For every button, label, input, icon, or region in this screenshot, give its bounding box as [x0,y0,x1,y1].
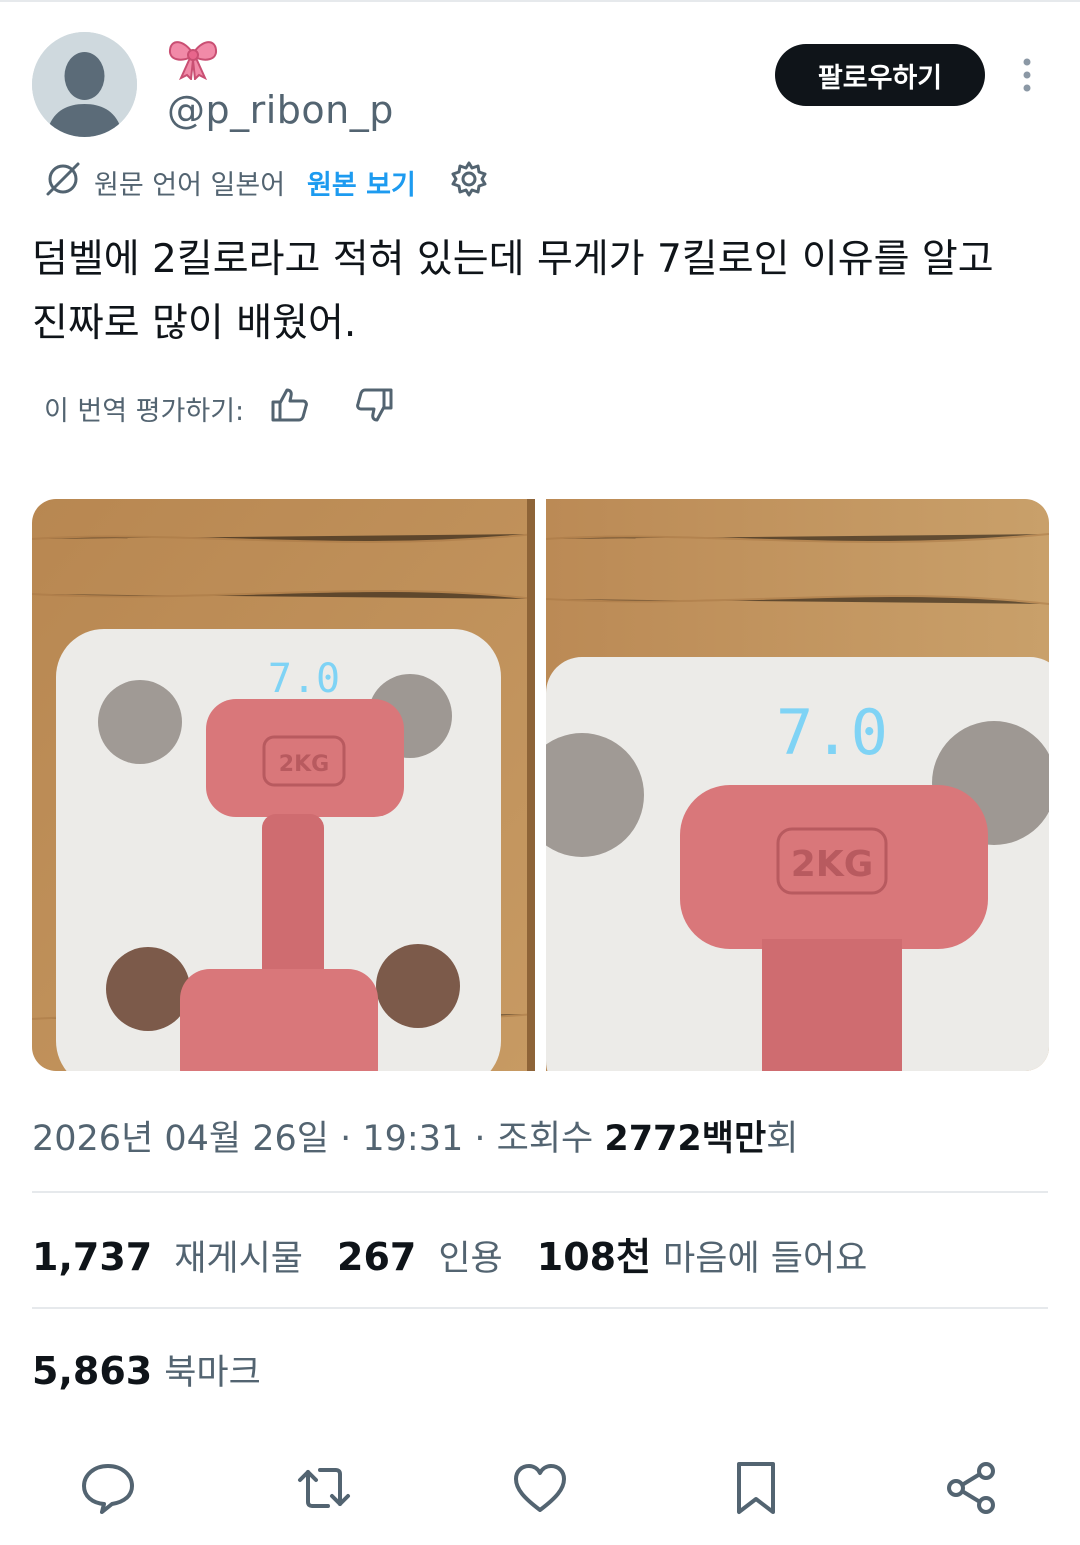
post-text-line: 덤벨에 2킬로라고 적혀 있는데 무게가 7킬로인 이유를 알고 [32,237,994,282]
post-date[interactable]: 2026년 04월 26일 · 19:31 · 조회수 [32,1119,604,1159]
engagement-stats: 1,737 재게시물 267 인용 108천 마음에 들어요 [32,1226,901,1281]
repost-label[interactable]: 재게시물 [174,1230,303,1281]
user-handle[interactable]: @p_ribon_p [167,88,394,132]
bookmark-stats: 5,863 북마크 [32,1344,261,1395]
quote-label[interactable]: 인용 [438,1230,502,1281]
repost-icon[interactable] [294,1458,354,1518]
translation-rating: 이 번역 평가하기: [44,386,394,430]
repost-count[interactable]: 1,737 [32,1235,152,1279]
dumbbell-label: 2KG [791,844,874,885]
quote-count[interactable]: 267 [337,1235,416,1279]
like-count[interactable]: 108천 [537,1226,651,1281]
translate-icon [44,160,82,205]
divider [32,1191,1048,1193]
view-suffix: 회 [766,1119,799,1159]
bookmark-icon[interactable] [726,1458,786,1518]
like-label[interactable]: 마음에 들어요 [663,1230,867,1281]
top-divider [0,0,1080,2]
post-image-left[interactable]: 7.0 2KG [32,499,535,1071]
post-image-right[interactable]: 7.0 2KG [546,499,1049,1071]
source-language-label: 원문 언어 일본어 [94,169,286,201]
reply-icon[interactable] [78,1458,138,1518]
scale-display: 7.0 [776,696,888,769]
rating-label: 이 번역 평가하기: [44,395,245,427]
view-count: 2772백만 [604,1119,767,1159]
dumbbell-label: 2KG [279,752,329,777]
action-bar [0,1458,1080,1522]
divider [32,1307,1048,1309]
bookmark-count[interactable]: 5,863 [32,1349,152,1393]
scale-display: 7.0 [268,656,340,702]
view-original-link[interactable]: 원본 보기 [307,163,416,202]
ribbon-emoji [167,36,219,84]
ribbon-icon [168,41,218,82]
share-icon[interactable] [942,1458,1002,1518]
thumbs-up-icon[interactable] [270,385,310,432]
gear-icon[interactable] [450,160,488,205]
like-icon[interactable] [510,1458,570,1518]
post-text-line: 진짜로 많이 배웠어. [32,301,357,346]
thumbs-down-icon[interactable] [354,385,394,432]
translation-row: 원문 언어 일본어 원본 보기 [44,160,488,204]
post-meta: 2026년 04월 26일 · 19:31 · 조회수 2772백만회 [32,1110,798,1161]
more-icon[interactable] [1010,56,1044,96]
follow-button[interactable]: 팔로우하기 [775,44,985,106]
avatar[interactable] [32,32,137,137]
post-text: 덤벨에 2킬로라고 적혀 있는데 무게가 7킬로인 이유를 알고 진짜로 많이 … [32,228,1042,356]
bookmark-label[interactable]: 북마크 [164,1344,261,1395]
